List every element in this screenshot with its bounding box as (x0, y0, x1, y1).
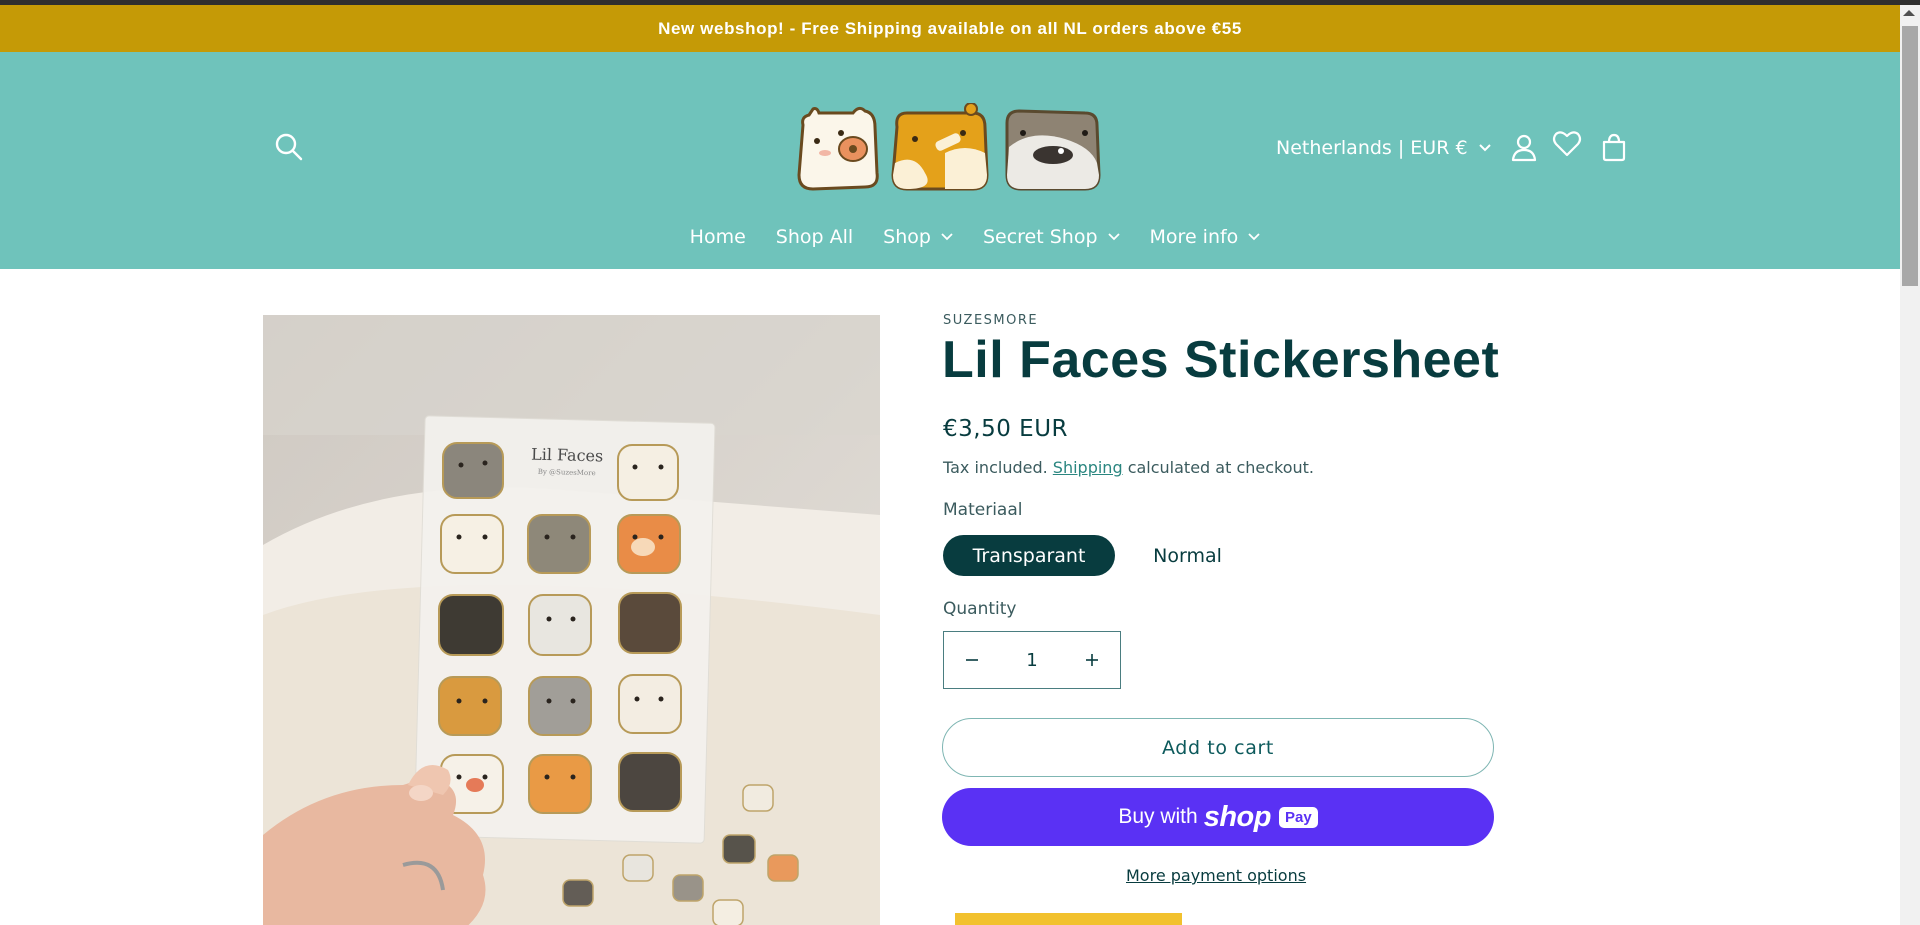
scrollbar-thumb[interactable] (1902, 26, 1918, 286)
search-button[interactable] (273, 131, 305, 163)
decrease-quantity-button[interactable] (954, 642, 990, 678)
nav-secret-shop[interactable]: Secret Shop (983, 220, 1120, 254)
search-icon (275, 133, 303, 161)
buy-with-label: Buy with (1118, 805, 1198, 828)
buy-with-shop-pay-button[interactable]: Buy with shop Pay (942, 788, 1494, 846)
shop-pay-badge: Pay (1278, 806, 1318, 828)
tax-prefix: Tax included. (943, 458, 1048, 477)
quantity-stepper: 1 (943, 631, 1121, 689)
option-text: Normal (1153, 544, 1222, 567)
plus-icon (1085, 654, 1098, 666)
add-to-cart-button[interactable]: Add to cart (942, 718, 1494, 777)
main-navigation: Home Shop All Shop Secret Shop More info (0, 220, 1900, 254)
nav-home[interactable]: Home (690, 220, 746, 254)
nav-label: Shop (883, 226, 931, 248)
nav-more-info[interactable]: More info (1150, 220, 1261, 254)
partial-button-below-fold[interactable] (955, 913, 1182, 925)
option-label: Materiaal (943, 500, 1023, 520)
tax-suffix: calculated at checkout. (1127, 458, 1315, 477)
cart-icon (1602, 133, 1626, 162)
account-icon (1511, 134, 1537, 162)
more-payment-options-link[interactable]: More payment options (1126, 866, 1306, 885)
sheet-subtitle: By @SuzesMore (538, 468, 596, 478)
scroll-up-arrow-icon[interactable] (1903, 10, 1915, 16)
product-image[interactable]: Lil Faces By @SuzesMore (263, 315, 880, 925)
store-logo[interactable] (795, 102, 1105, 193)
option-normal-button[interactable]: Normal (1130, 535, 1245, 576)
add-to-cart-label: Add to cart (1162, 736, 1274, 759)
increase-quantity-button[interactable] (1074, 642, 1110, 678)
nav-shop-all[interactable]: Shop All (776, 220, 853, 254)
nav-label: More info (1149, 226, 1239, 248)
account-button[interactable] (1508, 131, 1540, 163)
announcement-text: New webshop! - Free Shipping available o… (658, 18, 1242, 38)
nav-label: Shop All (775, 226, 854, 248)
product-price: €3,50 EUR (943, 416, 1069, 442)
chevron-down-icon (1107, 233, 1120, 241)
chevron-down-icon (941, 233, 953, 241)
minus-icon (966, 659, 978, 661)
announcement-bar: New webshop! - Free Shipping available o… (0, 5, 1900, 52)
country-currency-selector[interactable]: Netherlands | EUR € (1276, 134, 1492, 162)
cart-button[interactable] (1598, 131, 1630, 163)
nav-label: Secret Shop (982, 226, 1098, 248)
product-title: Lil Faces Stickersheet (942, 331, 1500, 389)
shop-pay-logo: shop (1203, 800, 1272, 833)
chevron-down-icon (1248, 233, 1260, 241)
tax-note: Tax included. Shipping calculated at che… (943, 458, 1314, 477)
quantity-label: Quantity (943, 599, 1017, 619)
option-transparant-button[interactable]: Transparant (943, 535, 1115, 576)
wishlist-button[interactable] (1551, 128, 1583, 160)
option-text: Transparant (972, 544, 1086, 567)
quantity-input[interactable]: 1 (1026, 650, 1037, 671)
sheet-title: Lil Faces (531, 445, 604, 466)
nav-label: Home (689, 226, 746, 248)
heart-icon (1552, 131, 1582, 157)
chevron-down-icon (1478, 144, 1491, 152)
nav-shop[interactable]: Shop (883, 220, 953, 254)
product-vendor: SUZESMORE (943, 313, 1039, 328)
country-label: Netherlands | EUR € (1276, 137, 1468, 159)
shipping-link[interactable]: Shipping (1053, 458, 1123, 477)
